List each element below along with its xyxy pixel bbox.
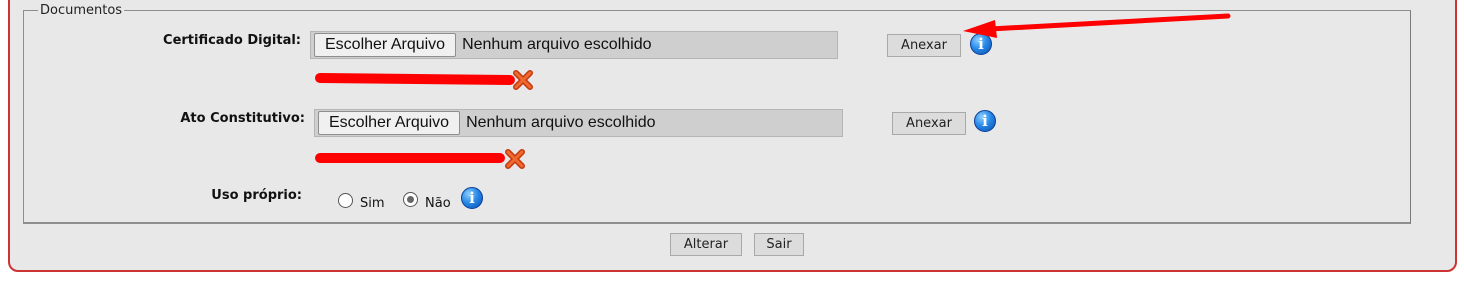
red-arrow-annotation [963,13,1231,38]
